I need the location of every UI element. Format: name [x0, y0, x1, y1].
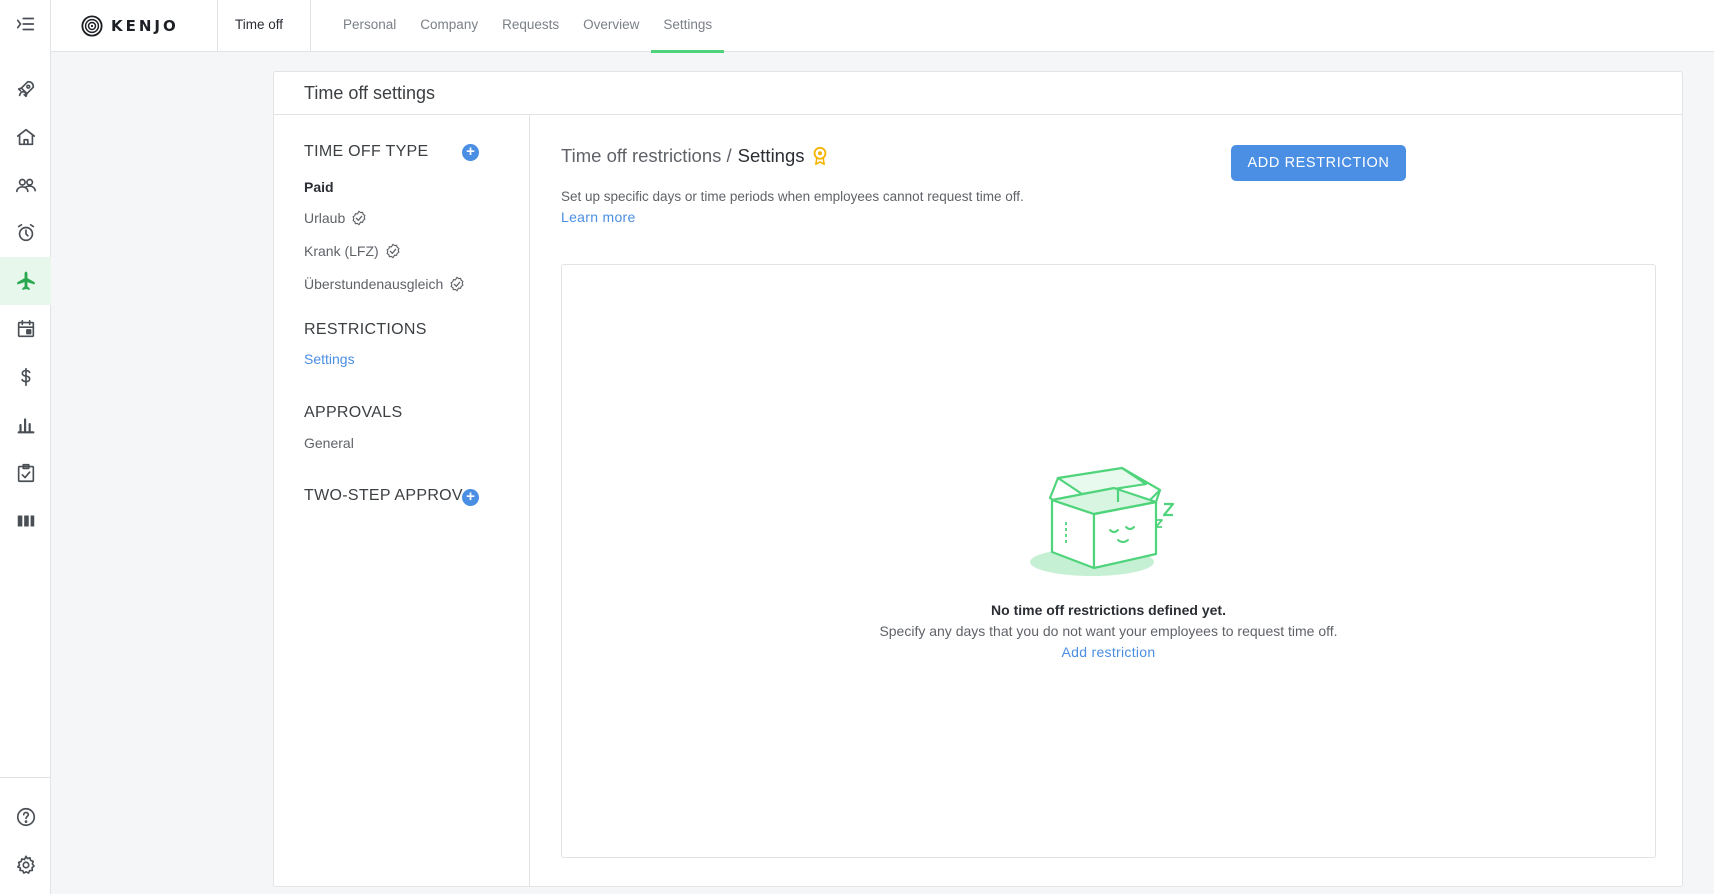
settings-sidebar: TIME OFF TYPE + Paid Urlaub Krank (LFZ) …: [274, 115, 530, 887]
alarm-clock-icon[interactable]: [0, 209, 51, 257]
verified-badge-icon: [450, 276, 464, 292]
verified-badge-icon: [352, 210, 366, 226]
home-icon[interactable]: [0, 113, 51, 161]
topbar-divider: [310, 0, 311, 52]
dollar-icon[interactable]: [0, 353, 51, 401]
sidebar-item-label: Krank (LFZ): [304, 243, 379, 259]
sidebar-item-paid[interactable]: Paid: [304, 179, 334, 195]
tab-company[interactable]: Company: [408, 0, 490, 52]
left-rail: [0, 0, 51, 894]
sidebar-item-label: Paid: [304, 179, 334, 195]
airplane-icon[interactable]: [0, 257, 51, 305]
section-two-step-approvals: TWO-STEP APPROV...: [304, 487, 476, 504]
sidebar-item-label: Settings: [304, 351, 355, 367]
rocket-icon[interactable]: [0, 65, 51, 113]
kenjo-logo[interactable]: KENJO: [81, 14, 179, 38]
empty-state-title: No time off restrictions defined yet.: [991, 602, 1226, 618]
kenjo-logo-icon: [81, 15, 103, 37]
section-approvals: APPROVALS: [304, 404, 403, 421]
section-time-off-type: TIME OFF TYPE: [304, 143, 429, 160]
checklist-icon[interactable]: [0, 449, 51, 497]
add-restriction-link[interactable]: Add restriction: [562, 644, 1655, 660]
sidebar-item-krank[interactable]: Krank (LFZ): [304, 243, 401, 259]
tab-requests[interactable]: Requests: [490, 0, 571, 52]
module-title[interactable]: Time off: [235, 0, 283, 52]
add-two-step-approval-icon[interactable]: +: [462, 489, 479, 506]
section-restrictions: RESTRICTIONS: [304, 321, 427, 338]
logo-text: KENJO: [111, 17, 179, 35]
sidebar-item-label: Urlaub: [304, 210, 346, 226]
module-tabs: Personal Company Requests Overview Setti…: [331, 0, 724, 53]
sidebar-item-urlaub[interactable]: Urlaub: [304, 210, 367, 226]
bar-chart-icon[interactable]: [0, 401, 51, 449]
empty-box-illustration: [1030, 466, 1175, 576]
breadcrumb-parent[interactable]: Time off restrictions /: [561, 145, 732, 167]
add-time-off-type-icon[interactable]: +: [462, 144, 479, 161]
tab-overview[interactable]: Overview: [571, 0, 651, 52]
sidebar-item-ueberstundenausgleich[interactable]: Überstundenausgleich: [304, 276, 465, 292]
verified-badge-icon: [386, 243, 400, 259]
help-icon[interactable]: [0, 793, 51, 841]
learn-more-link[interactable]: Learn more: [561, 209, 636, 225]
calendar-icon[interactable]: [0, 305, 51, 353]
topbar-divider: [217, 0, 218, 52]
gear-icon[interactable]: [0, 841, 51, 889]
tab-settings[interactable]: Settings: [651, 0, 724, 53]
columns-icon[interactable]: [0, 497, 51, 545]
page-title: Time off settings: [274, 72, 1682, 115]
tab-personal[interactable]: Personal: [331, 0, 408, 52]
empty-state-description: Specify any days that you do not want yo…: [879, 623, 1338, 639]
restrictions-description: Set up specific days or time periods whe…: [561, 189, 1024, 204]
breadcrumb-current: Settings: [737, 145, 805, 166]
breadcrumb: Time off restrictions / Settings: [561, 145, 829, 167]
sidebar-item-general[interactable]: General: [304, 435, 354, 451]
settings-card: Time off settings TIME OFF TYPE + Paid U…: [273, 71, 1683, 887]
top-bar: KENJO Time off Personal Company Requests…: [51, 0, 1714, 53]
premium-badge-icon: [813, 146, 826, 165]
sidebar-item-restriction-settings[interactable]: Settings: [304, 351, 355, 367]
sidebar-item-label: General: [304, 435, 354, 451]
sidebar-item-label: Überstundenausgleich: [304, 276, 444, 292]
empty-state: No time off restrictions defined yet. Sp…: [561, 264, 1656, 858]
people-icon[interactable]: [0, 161, 51, 209]
add-restriction-button[interactable]: ADD RESTRICTION: [1231, 145, 1406, 181]
rail-divider: [0, 777, 51, 778]
menu-collapse-icon[interactable]: [0, 0, 51, 48]
restrictions-content: Time off restrictions / Settings Set up …: [531, 115, 1683, 887]
